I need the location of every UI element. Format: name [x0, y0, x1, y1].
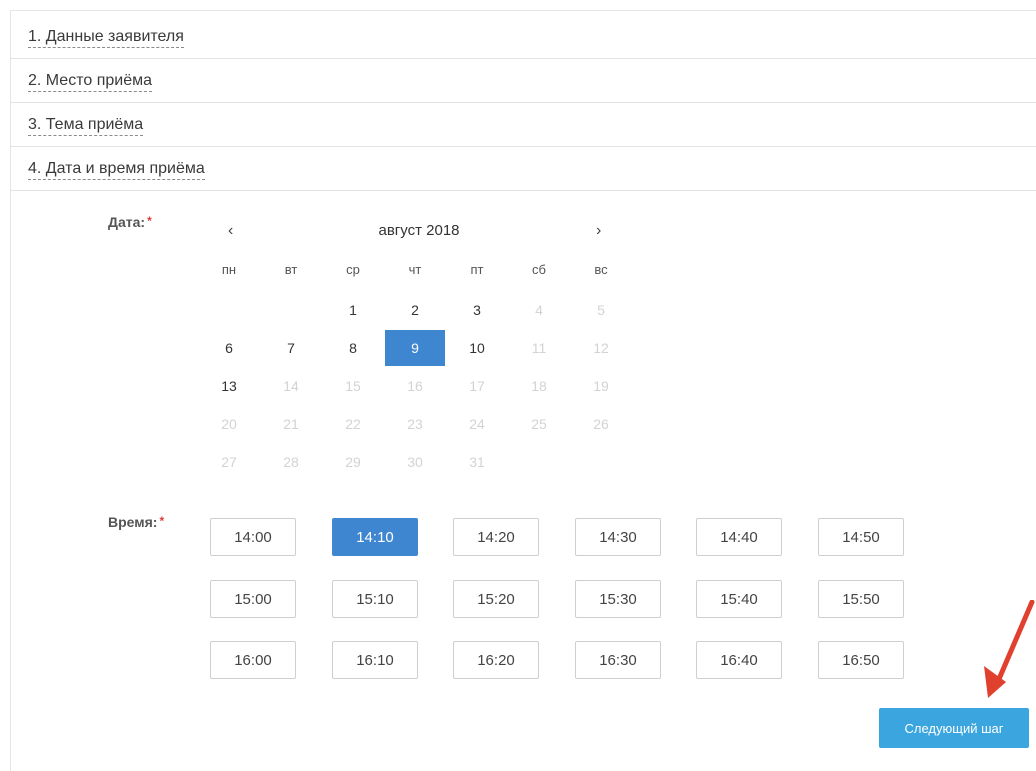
time-slot[interactable]: 15:30	[575, 580, 661, 618]
step-applicant-data[interactable]: 1. Данные заявителя	[10, 14, 1036, 59]
weekday-header: пт	[470, 262, 484, 277]
step-label[interactable]: 1. Данные заявителя	[28, 28, 184, 48]
red-arrow-icon	[984, 600, 1035, 698]
calendar-day: 30	[407, 454, 423, 470]
calendar-day: 22	[345, 416, 361, 432]
weekday-header: чт	[408, 262, 422, 277]
calendar-day: 18	[531, 378, 547, 394]
calendar-day: 21	[283, 416, 299, 432]
calendar-day: 14	[283, 378, 299, 394]
weekday-header: пн	[221, 262, 237, 277]
calendar-day[interactable]: 6	[199, 330, 259, 366]
time-slot[interactable]: 15:10	[332, 580, 418, 618]
step-location[interactable]: 2. Место приёма	[10, 58, 1036, 103]
calendar-day[interactable]: 7	[261, 330, 321, 366]
time-slot[interactable]: 15:20	[453, 580, 539, 618]
time-slot[interactable]: 14:30	[575, 518, 661, 556]
time-slot[interactable]: 16:10	[332, 641, 418, 679]
calendar-day: 4	[535, 302, 543, 318]
time-slot[interactable]: 14:40	[696, 518, 782, 556]
calendar-day[interactable]: 3	[447, 292, 507, 328]
calendar-day: 5	[597, 302, 605, 318]
calendar-day: 19	[593, 378, 609, 394]
step-label[interactable]: 4. Дата и время приёма	[28, 160, 205, 180]
calendar-day[interactable]: 13	[199, 368, 259, 404]
calendar-day: 17	[469, 378, 485, 394]
calendar-day[interactable]: 1	[323, 292, 383, 328]
calendar-day: 23	[407, 416, 423, 432]
calendar-day[interactable]: 8	[323, 330, 383, 366]
time-slot[interactable]: 14:20	[453, 518, 539, 556]
calendar-day: 28	[283, 454, 299, 470]
time-slot[interactable]: 16:40	[696, 641, 782, 679]
calendar-day: 12	[593, 340, 609, 356]
calendar-day: 16	[407, 378, 423, 394]
time-slot[interactable]: 16:30	[575, 641, 661, 679]
calendar-day[interactable]: 2	[385, 292, 445, 328]
step-label[interactable]: 2. Место приёма	[28, 72, 152, 92]
weekday-header: вс	[594, 262, 608, 277]
step-label[interactable]: 3. Тема приёма	[28, 116, 144, 136]
calendar-day: 25	[531, 416, 547, 432]
weekday-header: сб	[532, 262, 546, 277]
required-mark: *	[147, 214, 152, 228]
calendar-day: 29	[345, 454, 361, 470]
calendar-day[interactable]: 10	[447, 330, 507, 366]
calendar-day: 31	[469, 454, 485, 470]
time-slot[interactable]: 14:50	[818, 518, 904, 556]
weekday-header: вт	[284, 262, 298, 277]
time-slot[interactable]: 16:00	[210, 641, 296, 679]
date-picker: ‹ август 2018 › пн вт ср чт пт сб вс 1 2 3 4 5 6 7 8 9 1…	[198, 210, 640, 490]
calendar-day: 20	[221, 416, 237, 432]
next-month-icon[interactable]: ›	[596, 222, 601, 240]
calendar-day: 24	[469, 416, 485, 432]
next-step-button[interactable]: Следующий шаг	[879, 708, 1029, 748]
date-label: Дата: *	[108, 214, 152, 230]
calendar-day: 11	[531, 340, 547, 356]
time-slot[interactable]: 15:00	[210, 580, 296, 618]
step-date-time[interactable]: 4. Дата и время приёма	[10, 146, 1036, 191]
step-topic[interactable]: 3. Тема приёма	[10, 102, 1036, 147]
time-label: Время: *	[108, 514, 165, 530]
calendar-day: 26	[593, 416, 609, 432]
time-slot[interactable]: 16:50	[818, 641, 904, 679]
calendar-day: 27	[221, 454, 237, 470]
time-slot[interactable]: 15:40	[696, 580, 782, 618]
time-slot[interactable]: 14:00	[210, 518, 296, 556]
calendar-day-selected[interactable]: 9	[385, 330, 445, 366]
calendar-month-title: август 2018	[378, 222, 460, 239]
time-slot[interactable]: 15:50	[818, 580, 904, 618]
weekday-header: ср	[346, 262, 360, 277]
required-mark: *	[159, 514, 165, 528]
calendar-day: 15	[345, 378, 361, 394]
time-slot-selected[interactable]: 14:10	[332, 518, 418, 556]
time-slot[interactable]: 16:20	[453, 641, 539, 679]
